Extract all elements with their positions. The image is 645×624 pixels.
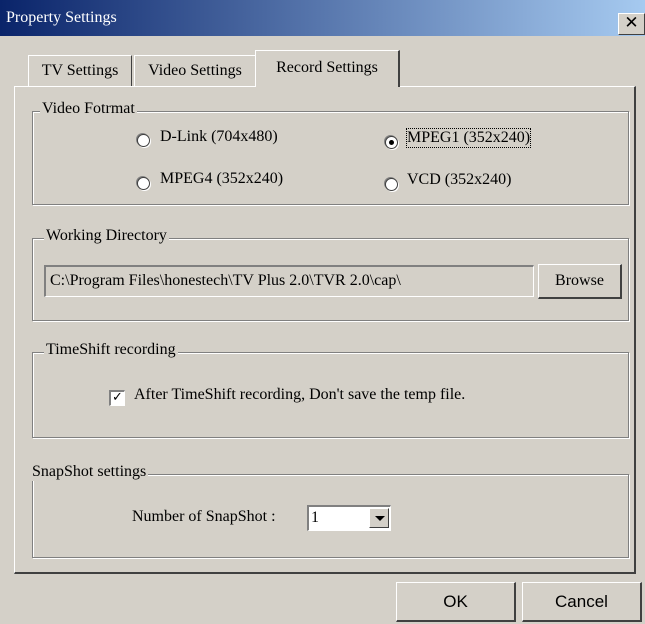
radio-mpeg4[interactable] xyxy=(137,177,150,190)
tab-record-settings[interactable]: Record Settings xyxy=(255,50,400,87)
radio-vcd[interactable] xyxy=(385,178,398,191)
snapshot-count-value: 1 xyxy=(311,509,319,526)
timeshift-legend: TimeShift recording xyxy=(44,341,178,359)
video-format-legend: Video Fotrmat xyxy=(40,100,137,118)
dont-save-temp-label[interactable]: After TimeShift recording, Don't save th… xyxy=(134,386,465,404)
working-directory-field[interactable]: C:\Program Files\honestech\TV Plus 2.0\T… xyxy=(44,265,534,297)
working-directory-legend: Working Directory xyxy=(44,227,169,245)
tab-video-settings[interactable]: Video Settings xyxy=(134,55,256,86)
chevron-down-icon xyxy=(375,516,385,521)
browse-button[interactable]: Browse xyxy=(538,264,622,299)
snapshot-legend: SnapShot settings xyxy=(30,463,149,481)
tab-tv-settings[interactable]: TV Settings xyxy=(28,55,132,86)
snapshot-count-select[interactable]: 1 xyxy=(307,505,391,531)
radio-vcd-label[interactable]: VCD (352x240) xyxy=(407,171,511,189)
radio-mpeg4-label[interactable]: MPEG4 (352x240) xyxy=(160,170,283,188)
radio-dlink[interactable] xyxy=(137,134,150,147)
checkmark-icon: ✓ xyxy=(112,390,123,405)
dont-save-temp-checkbox[interactable]: ✓ xyxy=(109,390,125,406)
close-icon: ✕ xyxy=(624,13,639,33)
snapshot-count-label: Number of SnapShot : xyxy=(132,508,276,525)
cancel-button[interactable]: Cancel xyxy=(522,582,642,622)
video-format-group xyxy=(32,111,629,205)
radio-dlink-label[interactable]: D-Link (704x480) xyxy=(160,128,278,146)
close-button[interactable]: ✕ xyxy=(618,13,645,35)
radio-selected-icon xyxy=(389,140,394,145)
dropdown-button[interactable] xyxy=(369,508,389,528)
window-title: Property Settings xyxy=(6,9,117,26)
ok-button[interactable]: OK xyxy=(396,582,516,622)
radio-mpeg1-label[interactable]: MPEG1 (352x240) xyxy=(405,128,532,148)
radio-mpeg1[interactable] xyxy=(385,136,398,149)
